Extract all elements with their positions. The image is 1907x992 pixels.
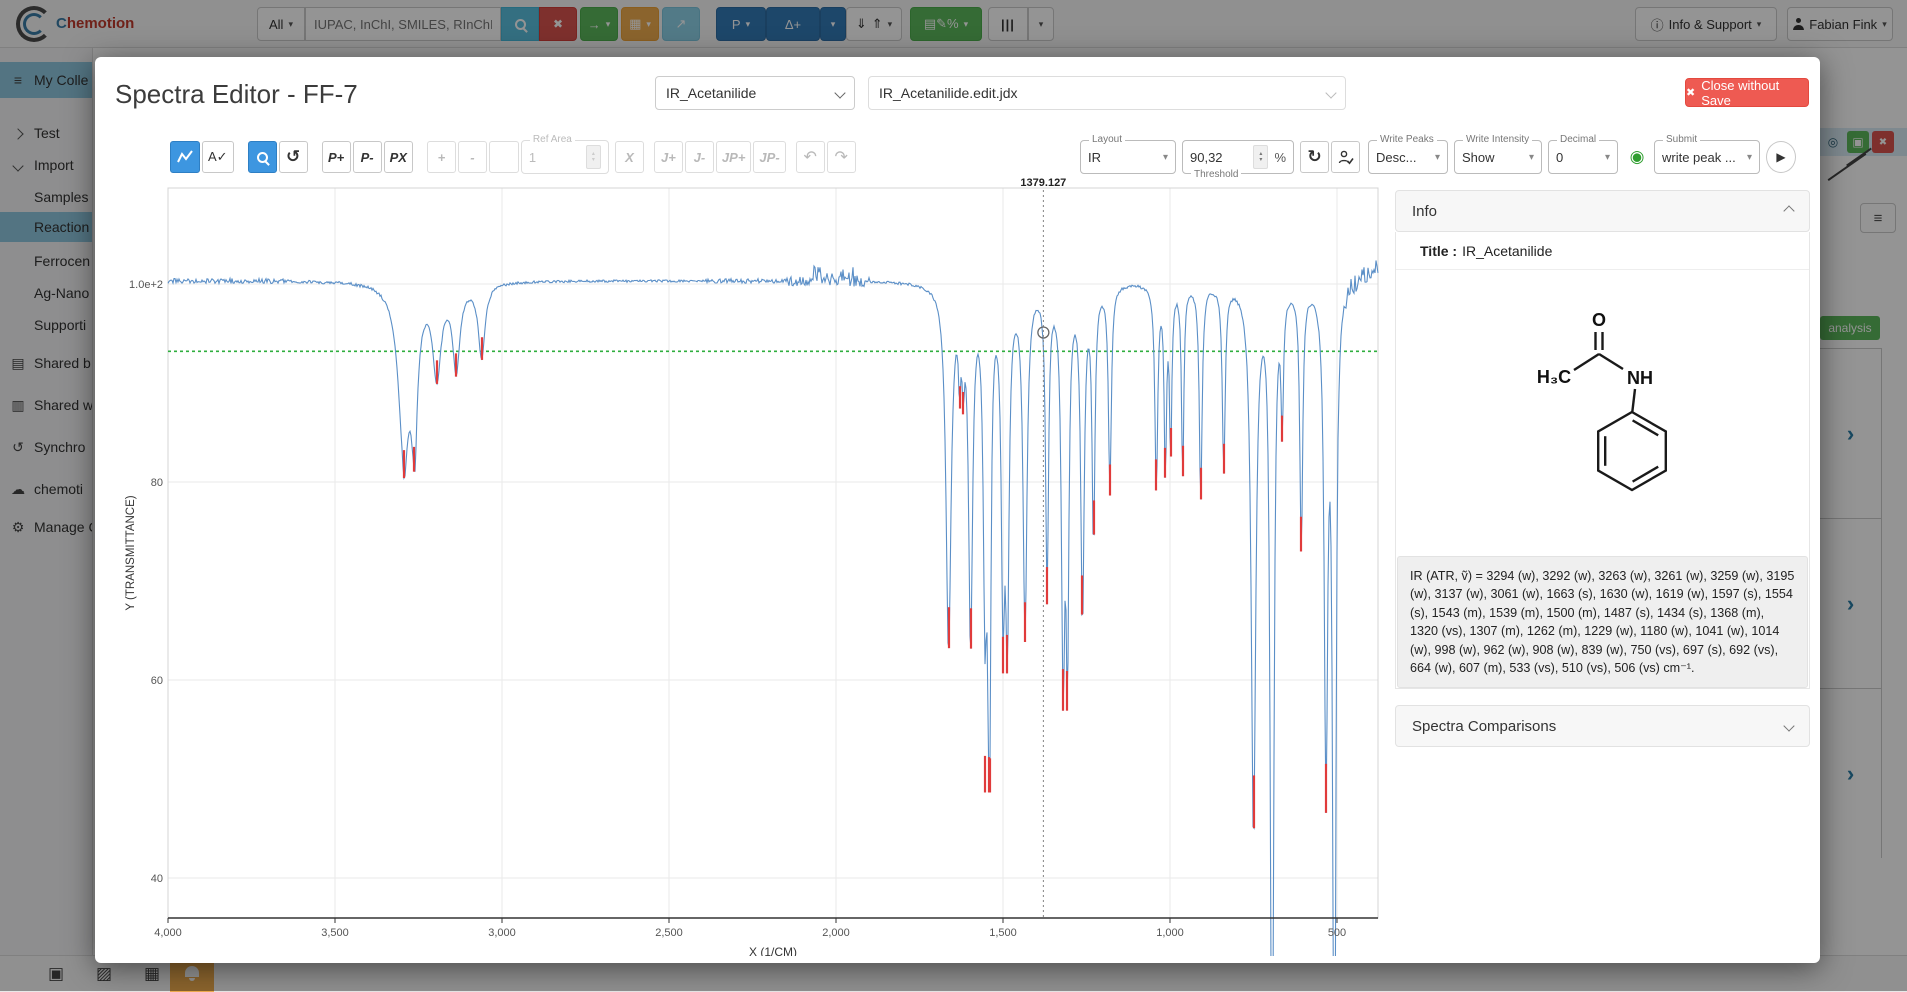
chevron-down-icon	[834, 87, 845, 98]
svg-text:60: 60	[151, 675, 163, 687]
spectrum-select[interactable]: IR_Acetanilide	[655, 76, 855, 110]
svg-text:1,500: 1,500	[989, 927, 1017, 939]
play-icon: ▶	[1776, 150, 1785, 164]
svg-text:40: 40	[151, 873, 163, 885]
line-chart-icon	[176, 149, 194, 165]
zoom-select-button[interactable]	[248, 141, 277, 173]
spectrum-curve	[168, 261, 1378, 957]
svg-text:4,000: 4,000	[154, 927, 182, 939]
oxygen-label: O	[1591, 310, 1605, 330]
threshold-spinner[interactable]: ▴▾	[1253, 145, 1268, 169]
svg-text:3,500: 3,500	[321, 927, 349, 939]
ref-area-clear-button: X	[615, 141, 644, 173]
jp-remove-button: JP-	[753, 141, 785, 173]
refresh-button[interactable]: ↻	[1300, 141, 1329, 173]
grid-lines	[168, 188, 1378, 918]
redo-icon: ↷	[834, 147, 847, 167]
caret-down-icon: ▾	[1605, 152, 1610, 163]
a-check-icon: A✓	[208, 149, 228, 165]
zoom-icon	[257, 152, 268, 163]
chart-toolbar-left: A✓ ↺ P+ P- PX + - Ref Area 1 ▴▾ X J+ J- …	[170, 140, 858, 174]
threshold-unit: %	[1274, 150, 1286, 165]
peak-clear-button[interactable]: PX	[384, 141, 413, 173]
target-button[interactable]: ◉	[1624, 147, 1650, 167]
file-select[interactable]: IR_Acetanilide.edit.jdx	[868, 76, 1346, 110]
caret-down-icon: ▾	[1529, 152, 1534, 163]
chevron-up-icon	[1783, 205, 1794, 216]
peak-markers	[404, 337, 1335, 956]
layout-select[interactable]: Layout IR ▾	[1080, 140, 1176, 174]
svg-text:X (1/CM): X (1/CM)	[749, 945, 797, 956]
ref-area-input: 1	[529, 150, 581, 165]
svg-text:Y (TRANSMITTANCE): Y (TRANSMITTANCE)	[125, 495, 137, 610]
j-add-button: J+	[654, 141, 683, 173]
chevron-down-icon	[1325, 87, 1336, 98]
write-peaks-select[interactable]: Write Peaks Desc... ▾	[1368, 140, 1448, 174]
redo-button: ↷	[827, 141, 856, 173]
svg-text:3,000: 3,000	[488, 927, 516, 939]
target-icon: ◉	[1630, 147, 1645, 166]
x-axis: 4,000 3,500 3,000 2,500 2,000 1,500 1,000 500 X …	[154, 918, 1378, 956]
ref-area-spinner: ▴▾	[586, 145, 601, 169]
peak-remove-button[interactable]: P-	[353, 141, 382, 173]
svg-text:1,000: 1,000	[1156, 927, 1184, 939]
submit-play-button[interactable]: ▶	[1766, 141, 1796, 173]
y-axis: 1.0e+2 80 60 40 Y (TRANSMITTANCE)	[125, 279, 163, 885]
svg-text:80: 80	[151, 477, 163, 489]
amide-label: NH	[1627, 368, 1653, 388]
integral-remove-button: -	[458, 141, 487, 173]
modal-title: Spectra Editor - FF-7	[115, 79, 358, 110]
methyl-label: H₃C	[1536, 367, 1570, 387]
refresh-icon: ↻	[1307, 147, 1321, 167]
spectrum-chart[interactable]: 1379.127 4,000 3,500 3,000 2,500 2,000 1,500 1,…	[120, 178, 1390, 956]
info-panel: Info Title : IR_Acetanilide	[1395, 190, 1810, 747]
close-without-save-button[interactable]: ✖Close without Save	[1685, 78, 1809, 107]
caret-down-icon: ▾	[1435, 152, 1440, 163]
molecule-structure: O H₃C NH	[1473, 288, 1733, 538]
threshold-input[interactable]: 90,32	[1190, 150, 1248, 165]
chevron-down-icon	[1783, 721, 1794, 732]
undo-button: ↶	[796, 141, 825, 173]
j-remove-button: J-	[685, 141, 714, 173]
reset-zoom-button[interactable]: ↺	[279, 141, 308, 173]
close-icon: ✖	[1686, 86, 1695, 99]
caret-down-icon: ▾	[1163, 152, 1168, 163]
integral-add-button: +	[427, 141, 456, 173]
svg-text:500: 500	[1328, 927, 1346, 939]
svg-text:2,000: 2,000	[822, 927, 850, 939]
write-intensity-select[interactable]: Write Intensity Show ▾	[1454, 140, 1542, 174]
info-body: Title : IR_Acetanilide	[1395, 232, 1810, 689]
person-check-icon	[1338, 150, 1354, 165]
chart-toolbar-right: Layout IR ▾ Threshold 90,32 ▴▾ % ↻ Write…	[1080, 140, 1798, 174]
spectra-editor-modal: Spectra Editor - FF-7 IR_Acetanilide IR_…	[95, 57, 1820, 963]
svg-text:1.0e+2: 1.0e+2	[129, 279, 163, 291]
caret-down-icon: ▾	[1747, 152, 1752, 163]
undo-icon: ↶	[803, 147, 816, 167]
svg-text:2,500: 2,500	[655, 927, 683, 939]
spectrum-chart-svg[interactable]: 1379.127 4,000 3,500 3,000 2,500 2,000 1,500 1,…	[120, 178, 1390, 956]
threshold-fieldset: Threshold 90,32 ▴▾ %	[1182, 140, 1294, 174]
svg-text:1379.127: 1379.127	[1020, 178, 1066, 189]
cursor[interactable]: 1379.127	[1020, 178, 1066, 918]
spectra-comparisons-header[interactable]: Spectra Comparisons	[1395, 705, 1810, 747]
info-accordion-header[interactable]: Info	[1395, 190, 1810, 232]
plot-border	[168, 188, 1378, 918]
molecule-area: O H₃C NH	[1396, 270, 1809, 556]
jp-add-button: JP+	[716, 141, 752, 173]
peak-label-button[interactable]: A✓	[202, 141, 234, 173]
integral-value-input	[489, 141, 519, 173]
decimal-select[interactable]: Decimal 0 ▾	[1548, 140, 1618, 174]
line-chart-mode-button[interactable]	[170, 141, 200, 173]
ref-area-fieldset: Ref Area 1 ▴▾	[521, 140, 609, 174]
peak-add-button[interactable]: P+	[322, 141, 351, 173]
predict-button[interactable]	[1331, 141, 1360, 173]
reset-zoom-icon: ↺	[286, 147, 300, 167]
submit-select[interactable]: Submit write peak ... ▾	[1654, 140, 1760, 174]
spectrum-title-row: Title : IR_Acetanilide	[1396, 232, 1809, 270]
ir-peaks-text: IR (ATR, ṽ) = 3294 (w), 3292 (w), 3263 (…	[1397, 556, 1808, 688]
